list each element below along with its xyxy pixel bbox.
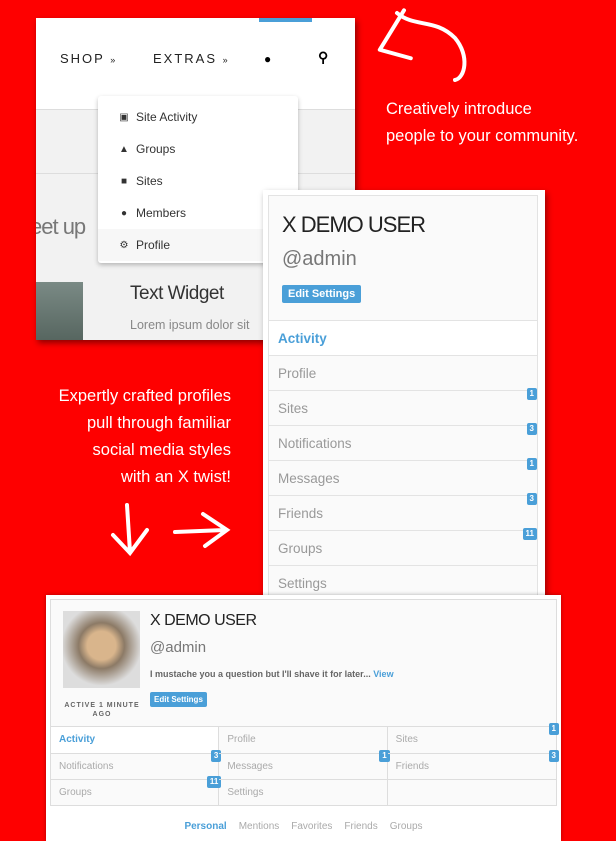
menu-label: Friends — [278, 506, 324, 521]
activity-tabs: Personal Mentions Favorites Friends Groups — [46, 821, 561, 832]
edit-settings-button[interactable]: Edit Settings — [150, 692, 207, 707]
dropdown-groups[interactable]: ▲ Groups — [98, 133, 298, 165]
menu-notifications[interactable]: Notifications 3 — [51, 749, 222, 779]
sitemap-icon: ▲ — [119, 143, 129, 155]
menu-friends[interactable]: Friends 3 — [387, 749, 559, 780]
menu-label: Profile — [227, 734, 256, 745]
widget-text: Lorem ipsum dolor sit — [130, 318, 250, 332]
menu-label: Activity — [278, 331, 327, 346]
menu-label: Messages — [227, 760, 273, 772]
profile-panel: X DEMO USER @admin Edit Settings Activit… — [263, 190, 545, 600]
menu-notifications[interactable]: Notifications 3 — [269, 423, 537, 460]
dropdown-label: Profile — [136, 238, 171, 252]
nav-shop[interactable]: SHOP » — [60, 51, 117, 66]
chevron-down-icon: » — [222, 55, 230, 65]
dropdown-label: Groups — [136, 142, 176, 156]
menu-sites[interactable]: Sites 1 — [387, 723, 559, 753]
nav-extras-label: EXTRAS — [153, 51, 218, 66]
dropdown-label: Members — [136, 206, 187, 220]
menu-label: Friends — [395, 760, 430, 772]
tab-personal[interactable]: Personal — [184, 821, 226, 832]
menu-label: Settings — [227, 787, 264, 798]
profile-menu-grid: Activity Profile Sites 1 Notifications 3 M… — [51, 723, 559, 806]
menu-profile[interactable]: Profile — [269, 355, 537, 390]
count-badge: 3 — [526, 423, 537, 435]
menu-messages[interactable]: Messages 1 — [269, 458, 537, 495]
nav-active-indicator — [259, 18, 312, 22]
count-badge: 1 — [548, 723, 559, 735]
menu-label: Notifications — [278, 436, 352, 451]
status-message: I mustache you a question but I'll shave… — [150, 669, 371, 679]
menu-label: Messages — [278, 471, 340, 486]
tab-mentions[interactable]: Mentions — [239, 821, 280, 832]
menu-label: Sites — [278, 401, 309, 416]
profile-wide-screenshot: ACTIVE 1 MINUTE AGO X DEMO USER @admin I… — [46, 595, 561, 841]
curved-arrow-icon — [377, 8, 467, 82]
view-link[interactable]: View — [373, 669, 393, 679]
widget-title: Text Widget — [130, 283, 224, 304]
menu-friends[interactable]: Friends 3 — [269, 493, 537, 530]
profile-name: X DEMO USER — [150, 612, 257, 629]
menu-groups[interactable]: Groups 11 — [269, 528, 537, 565]
menu-groups[interactable]: Groups 11 — [51, 776, 222, 806]
thumbnail-image — [36, 282, 83, 340]
caption-line: social media styles — [92, 441, 231, 459]
edit-settings-button[interactable]: Edit Settings — [282, 285, 362, 303]
menu-label: Sites — [395, 734, 418, 745]
menu-profile[interactable]: Profile — [219, 726, 388, 753]
tab-groups[interactable]: Groups — [390, 821, 423, 832]
male-icon: ● — [120, 207, 128, 219]
count-badge: 1 — [526, 458, 537, 470]
caption-line: pull through familiar — [87, 414, 231, 432]
profile-handle: @admin — [282, 248, 357, 270]
caption-left: Expertly crafted profiles pull through fa… — [20, 383, 231, 491]
menu-label: Activity — [59, 734, 96, 745]
profile-handle: @admin — [150, 639, 207, 656]
menu-label: Groups — [59, 787, 92, 798]
menu-settings[interactable]: Settings — [219, 779, 388, 806]
last-active: ACTIVE 1 MINUTE AGO — [64, 702, 140, 718]
count-badge: 3 — [526, 493, 537, 505]
menu-messages[interactable]: Messages 1 — [219, 749, 390, 779]
count-badge: 11 — [522, 528, 537, 540]
menu-activity[interactable]: Activity — [51, 726, 220, 753]
chevron-down-icon: » — [110, 55, 118, 65]
gear-icon: ⚙ — [119, 239, 129, 251]
count-badge: 1 — [526, 388, 537, 400]
caption-line: with an X twist! — [120, 468, 231, 486]
empty-cell — [387, 779, 556, 806]
status-text: I mustache you a question but I'll shave… — [150, 669, 394, 679]
count-badge: 3 — [548, 749, 559, 762]
profile-name: X DEMO USER — [282, 212, 426, 237]
caption-line: people to your community. — [386, 127, 579, 145]
caption-line: Expertly crafted profiles — [58, 387, 231, 405]
page-heading: eet up — [36, 214, 86, 239]
file-icon: ■ — [120, 175, 128, 187]
comments-icon: ▣ — [119, 111, 129, 123]
search-icon[interactable]: ⚲ — [318, 49, 328, 66]
menu-label: Notifications — [59, 760, 114, 772]
menu-activity[interactable]: Activity — [269, 320, 537, 355]
nav-shop-label: SHOP — [60, 51, 105, 66]
dropdown-label: Sites — [136, 174, 163, 188]
menu-label: Groups — [278, 541, 323, 556]
caption-line: Creatively introduce — [386, 100, 532, 118]
user-icon[interactable]: ● — [264, 52, 271, 66]
profile-menu: Activity Profile Sites 1 Notifications 3 M… — [269, 320, 537, 600]
tab-favorites[interactable]: Favorites — [291, 821, 332, 832]
dropdown-site-activity[interactable]: ▣ Site Activity — [98, 101, 298, 133]
menu-label: Profile — [278, 366, 317, 381]
avatar — [63, 611, 140, 688]
menu-sites[interactable]: Sites 1 — [269, 388, 537, 425]
nav-extras[interactable]: EXTRAS » — [153, 51, 230, 66]
caption-top: Creatively introduce people to your commu… — [386, 96, 578, 150]
menu-label: Settings — [278, 576, 327, 591]
arrows-icon — [111, 503, 231, 557]
tab-friends[interactable]: Friends — [344, 821, 377, 832]
dropdown-label: Site Activity — [136, 110, 198, 124]
